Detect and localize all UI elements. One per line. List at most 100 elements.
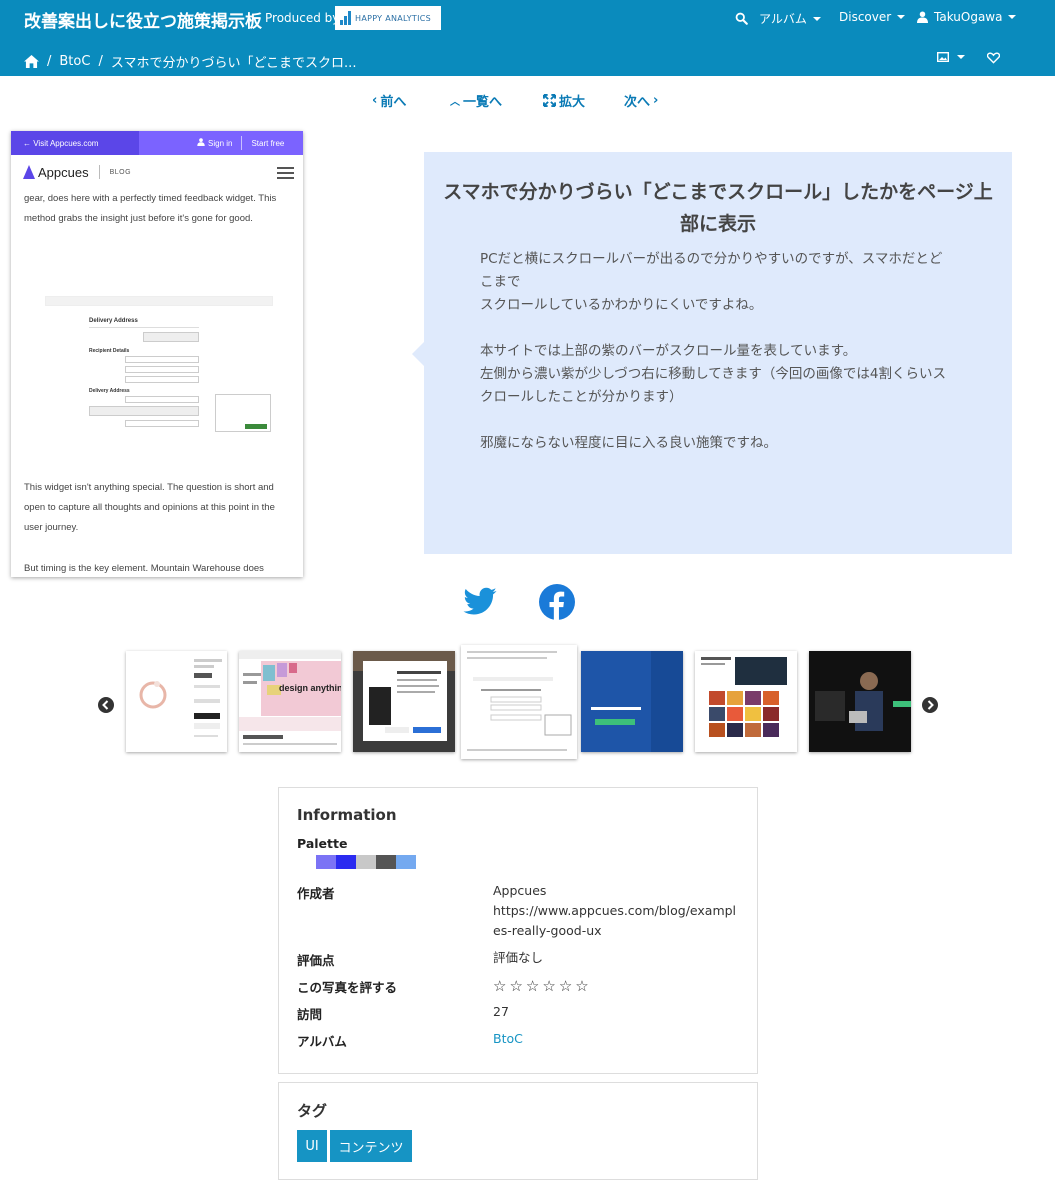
palette-swatch xyxy=(336,855,356,869)
design-site-image: design anything. xyxy=(239,651,341,745)
visits-label: 訪問 xyxy=(297,1007,323,1022)
star-icon[interactable]: ☆ xyxy=(575,977,588,995)
tags-panel: タグ UI コンテンツ xyxy=(278,1082,758,1180)
zoom-link[interactable]: 拡大 xyxy=(543,91,585,110)
expand-icon xyxy=(543,94,556,107)
breadcrumb-separator: / xyxy=(98,54,103,69)
star-icon[interactable]: ☆ xyxy=(493,977,506,995)
happy-analytics-logo[interactable]: HAPPY ANALYTICS xyxy=(335,6,441,30)
screenshot-paragraph-1: gear, does here with a perfectly timed f… xyxy=(24,193,277,224)
nav-discover-label: Discover xyxy=(839,10,892,24)
hamburger-icon xyxy=(277,167,294,182)
breadcrumb-current: スマホで分かりづらい「どこまでスクロ... xyxy=(110,56,357,71)
search-icon xyxy=(735,12,748,25)
screenshot-form-image: Delivery Address Recipient Details Deliv… xyxy=(45,296,275,436)
screenshot-header: Appcues BLOG xyxy=(11,155,303,189)
thumb-design-anything[interactable]: design anything. xyxy=(239,651,341,752)
palette-swatch xyxy=(376,855,396,869)
visits-value: 27 xyxy=(493,1004,509,1019)
next-link[interactable]: 次へ › xyxy=(624,91,658,110)
svg-text:design anything.: design anything. xyxy=(279,683,341,693)
tag-content[interactable]: コンテンツ xyxy=(330,1130,412,1162)
description-panel: スマホで分かりづらい「どこまでスクロール」したかをページ上部に表示 PCだと横に… xyxy=(412,152,1012,554)
list-link[interactable]: ︿ 一覧へ xyxy=(450,91,502,110)
author-label: 作成者 xyxy=(297,886,335,901)
zoom-label: 拡大 xyxy=(559,95,586,110)
thumb-essential[interactable] xyxy=(695,651,797,752)
nav-album-menu[interactable]: アルバム xyxy=(735,10,821,27)
nav-album-label: アルバム xyxy=(759,12,807,26)
rating-label: 評価点 xyxy=(297,953,335,968)
prev-label: 前へ xyxy=(380,95,407,110)
chevron-up-icon: ︿ xyxy=(450,97,460,108)
chevron-right-icon: › xyxy=(653,93,659,108)
chevron-left-icon: ‹ xyxy=(372,93,378,108)
star-icon[interactable]: ☆ xyxy=(526,977,539,995)
screenshot-paragraph-3: But timing is the key element. Mountain … xyxy=(24,563,264,574)
next-label: 次へ xyxy=(624,95,651,110)
rating-value: 評価なし xyxy=(493,950,544,965)
star-icon[interactable]: ☆ xyxy=(542,977,555,995)
main-screenshot[interactable]: ← Visit Appcues.com Sign in Start free A… xyxy=(11,131,303,577)
thumb-ebook[interactable] xyxy=(353,651,455,752)
blue-site-image xyxy=(581,651,683,752)
screenshot-signin: Sign in xyxy=(197,138,232,148)
appcues-site-image xyxy=(467,651,572,751)
information-panel: Information Palette 作成者 Appcues https://… xyxy=(278,787,758,1074)
thumbs-next-button[interactable] xyxy=(922,697,938,713)
album-label: アルバム xyxy=(297,1034,347,1049)
prev-link[interactable]: ‹ 前へ xyxy=(372,91,406,110)
breadcrumb: / BtoC / スマホで分かりづらい「どこまでスクロ... xyxy=(24,52,356,71)
thumb-video[interactable] xyxy=(809,651,911,752)
favorite-button[interactable] xyxy=(987,52,1000,64)
author-url[interactable]: https://www.appcues.com/blog/examples-re… xyxy=(493,901,743,941)
nav-user-menu[interactable]: TakuOgawa xyxy=(917,10,1017,24)
caret-down-icon xyxy=(812,16,821,21)
palette-swatches xyxy=(316,855,416,869)
author-name: Appcues xyxy=(493,883,547,898)
tag-ui[interactable]: UI xyxy=(297,1130,327,1162)
appcues-logo-icon xyxy=(23,165,35,179)
thumb-blue[interactable] xyxy=(581,651,683,752)
image-menu-button[interactable] xyxy=(937,52,965,62)
caret-down-icon xyxy=(1008,15,1017,19)
rating-stars[interactable]: ☆ ☆ ☆ ☆ ☆ ☆ xyxy=(493,977,589,995)
caret-down-icon xyxy=(957,55,965,59)
home-icon[interactable] xyxy=(24,55,39,68)
site-title[interactable]: 改善案出しに役立つ施策掲示板 xyxy=(24,7,262,32)
user-icon xyxy=(197,138,205,146)
facebook-icon[interactable] xyxy=(539,584,575,620)
thumbs-prev-button[interactable] xyxy=(98,697,114,713)
breadcrumb-album[interactable]: BtoC xyxy=(59,54,90,69)
thumb-ring[interactable] xyxy=(126,651,227,752)
list-label: 一覧へ xyxy=(463,95,503,110)
image-icon xyxy=(937,52,949,62)
video-site-image xyxy=(809,651,911,752)
screenshot-top-bar: ← Visit Appcues.com Sign in Start free xyxy=(11,131,303,155)
essential-site-image xyxy=(701,657,787,737)
bar-chart-icon xyxy=(340,11,351,25)
star-icon[interactable]: ☆ xyxy=(559,977,572,995)
rate-photo-label: この写真を評する xyxy=(297,980,398,995)
palette-swatch xyxy=(316,855,336,869)
thumb-appcues-active[interactable] xyxy=(461,645,577,759)
star-icon[interactable]: ☆ xyxy=(509,977,522,995)
description-body: PCだと横にスクロールバーが出るので分かりやすいのですが、スマホだとどこまで ス… xyxy=(480,251,946,451)
nav-user-label: TakuOgawa xyxy=(934,10,1003,24)
ebook-site-image xyxy=(353,651,455,752)
nav-discover-menu[interactable]: Discover xyxy=(839,10,906,24)
album-link[interactable]: BtoC xyxy=(493,1029,523,1049)
chevron-left-icon xyxy=(102,700,109,710)
palette-swatch xyxy=(396,855,416,869)
produced-by-text: Produced by xyxy=(265,11,340,25)
caret-down-icon xyxy=(897,15,906,19)
information-heading: Information xyxy=(297,806,397,824)
screenshot-start-free: Start free xyxy=(251,138,285,148)
palette-label: Palette xyxy=(297,836,348,851)
description-title: スマホで分かりづらい「どこまでスクロール」したかをページ上部に表示 xyxy=(443,181,993,235)
breadcrumb-separator: / xyxy=(47,54,52,69)
user-icon xyxy=(917,11,928,23)
heart-icon xyxy=(987,52,1000,64)
tags-heading: タグ xyxy=(297,1102,328,1120)
twitter-icon[interactable] xyxy=(462,584,498,620)
